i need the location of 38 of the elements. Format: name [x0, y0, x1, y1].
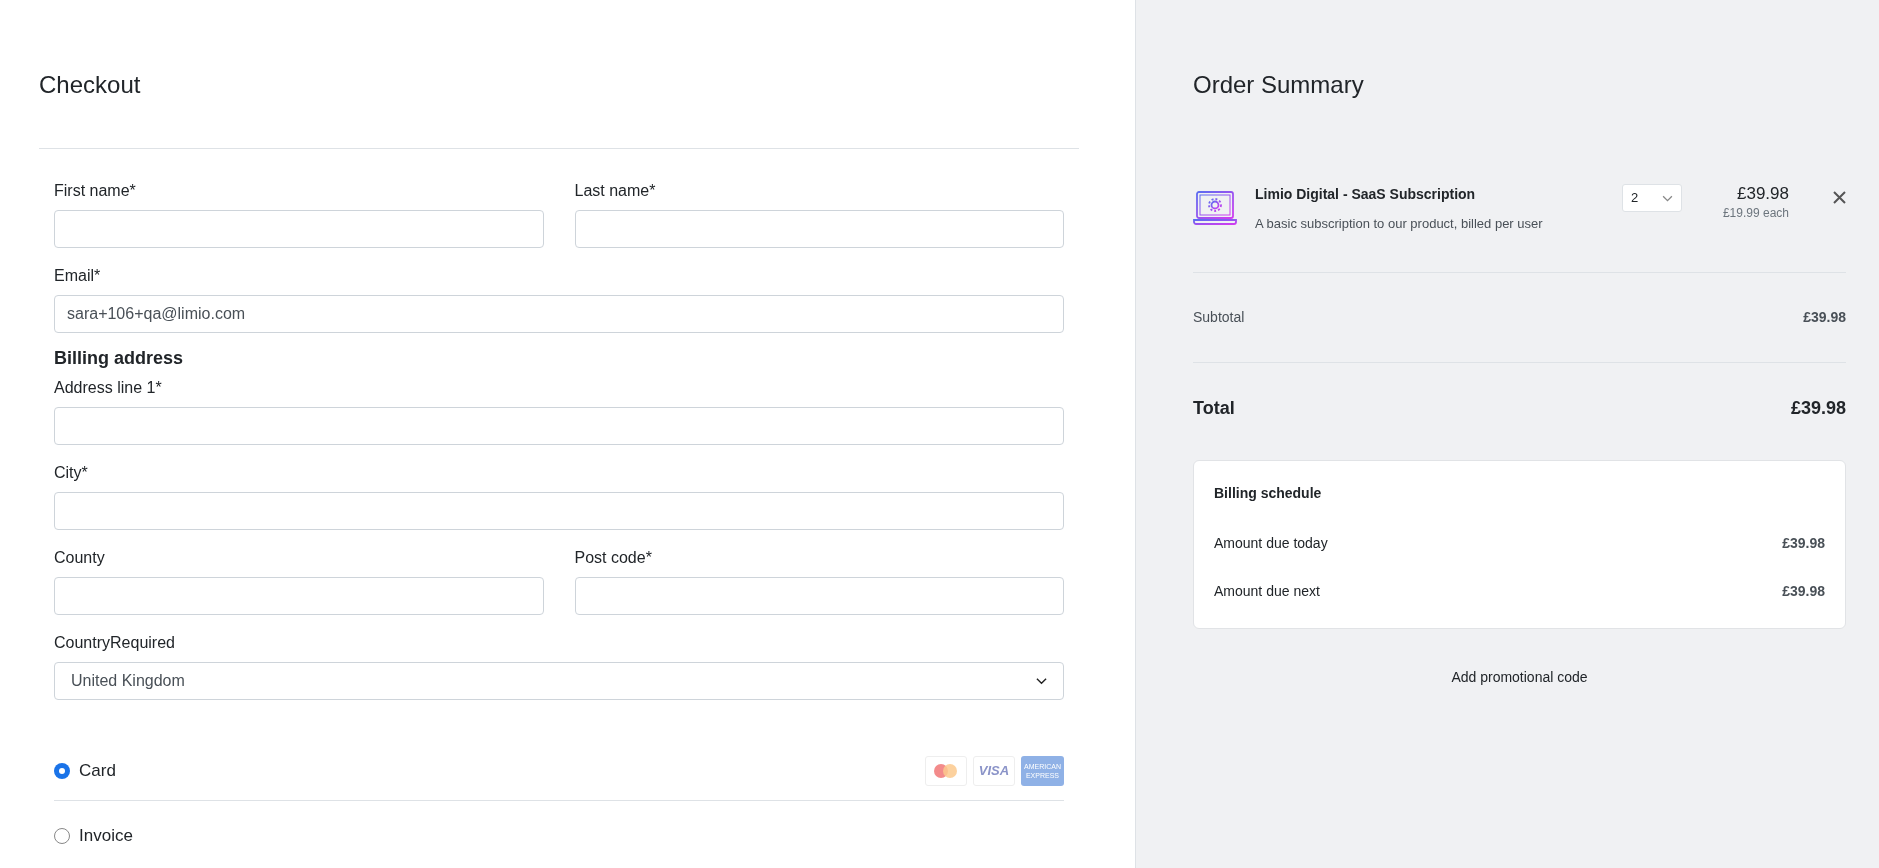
overlapping-circles-icon	[934, 764, 958, 778]
laptop-gear-icon	[1193, 190, 1237, 226]
schedule-amount: £39.98	[1782, 534, 1825, 553]
quantity-select[interactable]: 2	[1622, 184, 1682, 212]
payment-option[interactable]: Invoice	[54, 823, 133, 849]
radio-button[interactable]	[54, 763, 70, 779]
chevron-down-icon	[1036, 677, 1047, 685]
total-label: Total	[1193, 396, 1235, 420]
summary-title: Order Summary	[1193, 70, 1365, 100]
close-icon[interactable]	[1833, 191, 1846, 204]
field-label: CountryRequired	[54, 633, 176, 653]
country-select[interactable]: United Kingdom	[54, 662, 1064, 700]
promo-code-link[interactable]: Add promotional code	[1451, 666, 1588, 688]
subtotal-label: Subtotal	[1193, 307, 1245, 327]
field-label: Address line 1*	[54, 378, 163, 398]
unit-price: £19.99 each	[1722, 205, 1789, 222]
schedule-amount: £39.98	[1782, 582, 1825, 601]
field-label: First name*	[54, 181, 137, 201]
field-label: Email*	[54, 266, 102, 286]
section-heading: Billing address	[54, 347, 185, 370]
total-value: £39.98	[1790, 396, 1846, 420]
card-logo: VISA	[973, 756, 1015, 786]
field-label: City*	[54, 463, 89, 483]
item-price: £39.98	[1737, 184, 1789, 204]
radio-button[interactable]	[54, 827, 70, 844]
field-label: County	[54, 548, 106, 568]
product-description: A basic subscription to our product, billed per user	[1255, 215, 1544, 233]
subtotal-value: £39.98	[1803, 307, 1846, 327]
field-label: Last name*	[574, 181, 657, 201]
field-label: Post code*	[574, 548, 653, 568]
card-title: Billing schedule	[1214, 483, 1323, 503]
schedule-label: Amount due next	[1214, 582, 1320, 601]
product-name: Limio Digital - SaaS Subscription	[1255, 185, 1477, 204]
page-title: Checkout	[39, 70, 142, 100]
chevron-down-icon	[1662, 194, 1673, 202]
payment-option[interactable]: Card	[54, 758, 116, 784]
input-field[interactable]: sara+106+qa@limio.com	[54, 295, 1064, 333]
schedule-label: Amount due today	[1214, 534, 1328, 553]
